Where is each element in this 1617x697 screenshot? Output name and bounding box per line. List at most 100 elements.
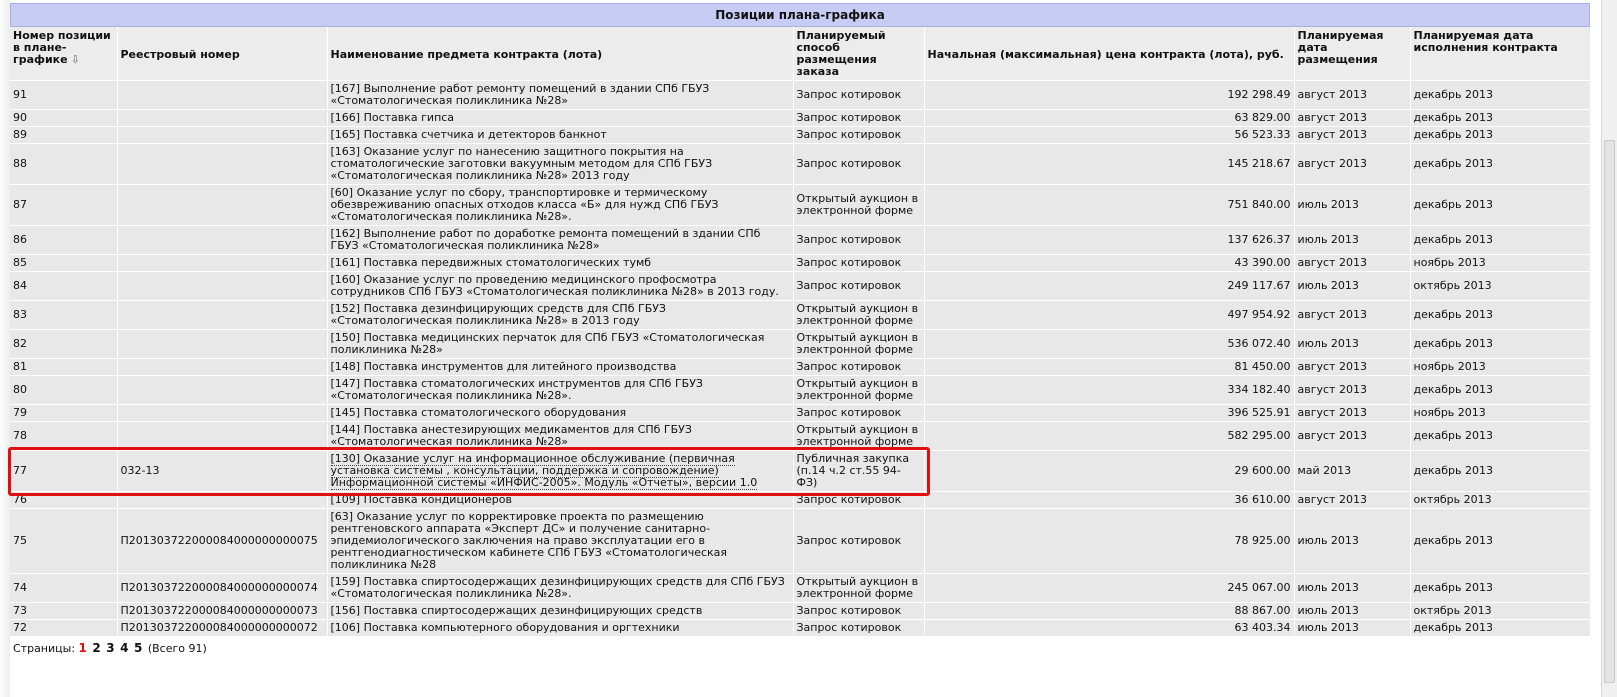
contract-subject-cell: [147] Поставка стоматологических инструм… (327, 375, 794, 405)
contract-subject-link[interactable]: [130] Оказание услуг на информационное о… (330, 452, 758, 490)
execution-date-cell: декабрь 2013 (1410, 573, 1591, 603)
table-row[interactable]: 74 П201303722000084000000000074 [159] Пост… (10, 573, 1591, 603)
contract-subject-cell: [109] Поставка кондиционеров (327, 491, 794, 509)
contract-subject-cell: [167] Выполнение работ ремонту помещений… (327, 80, 794, 110)
execution-date-cell: декабрь 2013 (1410, 126, 1591, 144)
position-cell: 88 (10, 143, 118, 185)
table-row[interactable]: 79 [145] Поставка стоматологического обор… (10, 404, 1591, 422)
placement-method-cell: Запрос котировок (793, 80, 925, 110)
contract-subject-cell: [162] Выполнение работ по доработке ремо… (327, 225, 794, 255)
page-link-5[interactable]: 5 (134, 641, 142, 655)
table-row[interactable]: 90 [166] Поставка гипса Запрос котировок 63… (10, 109, 1591, 127)
placement-date-cell: июль 2013 (1294, 619, 1411, 637)
table-row[interactable]: 78 [144] Поставка анестезирующих медикаме… (10, 421, 1591, 451)
column-header-position[interactable]: Номер позиции в плане-графике ⇩ (10, 27, 118, 81)
contract-subject-cell: [148] Поставка инструментов для литейног… (327, 358, 794, 376)
registry-number-cell (117, 80, 328, 110)
table-row[interactable]: 77 032-13 [130] Оказание услуг на информац… (10, 450, 1591, 492)
placement-date-cell: август 2013 (1294, 109, 1411, 127)
table-row[interactable]: 75 П201303722000084000000000075 [63] Оказа… (10, 508, 1591, 574)
table-row[interactable]: 87 [60] Оказание услуг по сбору, транспор… (10, 184, 1591, 226)
table-row[interactable]: 72 П201303722000084000000000072 [106] Пост… (10, 619, 1591, 637)
registry-number-cell: 032-13 (117, 450, 328, 492)
placement-method-cell: Запрос котировок (793, 271, 925, 301)
table-row[interactable]: 86 [162] Выполнение работ по доработке ре… (10, 225, 1591, 255)
execution-date-cell: декабрь 2013 (1410, 375, 1591, 405)
registry-number-cell (117, 109, 328, 127)
initial-price-cell: 145 218.67 (924, 143, 1295, 185)
page-link-2[interactable]: 2 (92, 641, 100, 655)
registry-number-cell (117, 358, 328, 376)
table-row[interactable]: 89 [165] Поставка счетчика и детекторов б… (10, 126, 1591, 144)
initial-price-cell: 245 067.00 (924, 573, 1295, 603)
position-cell: 75 (10, 508, 118, 574)
execution-date-cell: декабрь 2013 (1410, 421, 1591, 451)
position-cell: 87 (10, 184, 118, 226)
placement-date-cell: июль 2013 (1294, 508, 1411, 574)
placement-method-cell: Запрос котировок (793, 225, 925, 255)
execution-date-cell: октябрь 2013 (1410, 271, 1591, 301)
registry-number-cell (117, 300, 328, 330)
initial-price-cell: 536 072.40 (924, 329, 1295, 359)
table-row[interactable]: 82 [150] Поставка медицинских перчаток дл… (10, 329, 1591, 359)
position-cell: 72 (10, 619, 118, 637)
table-row[interactable]: 91 [167] Выполнение работ ремонту помещен… (10, 80, 1591, 110)
initial-price-cell: 497 954.92 (924, 300, 1295, 330)
column-header-execution-date[interactable]: Планируемая дата исполнения контракта (1410, 27, 1591, 81)
placement-date-cell: июль 2013 (1294, 225, 1411, 255)
initial-price-cell: 137 626.37 (924, 225, 1295, 255)
position-cell: 83 (10, 300, 118, 330)
contract-subject-cell: [166] Поставка гипса (327, 109, 794, 127)
table-row[interactable]: 88 [163] Оказание услуг по нанесению защи… (10, 143, 1591, 185)
placement-method-cell: Запрос котировок (793, 404, 925, 422)
placement-method-cell: Запрос котировок (793, 491, 925, 509)
initial-price-cell: 63 403.34 (924, 619, 1295, 637)
initial-price-cell: 56 523.33 (924, 126, 1295, 144)
placement-method-cell: Открытый аукцион в электронной форме (793, 573, 925, 603)
table-row[interactable]: 81 [148] Поставка инструментов для литейн… (10, 358, 1591, 376)
placement-date-cell: май 2013 (1294, 450, 1411, 492)
page-link-3[interactable]: 3 (106, 641, 114, 655)
table-header-row: Номер позиции в плане-графике ⇩ Реестровы… (10, 27, 1591, 81)
contract-subject-cell: [106] Поставка компьютерного оборудовани… (327, 619, 794, 637)
pagination-total: (Всего 91) (147, 642, 207, 655)
column-header-registry-number[interactable]: Реестровый номер (117, 27, 328, 81)
registry-number-cell (117, 329, 328, 359)
initial-price-cell: 582 295.00 (924, 421, 1295, 451)
execution-date-cell: декабрь 2013 (1410, 508, 1591, 574)
table-row[interactable]: 73 П201303722000084000000000073 [156] Пост… (10, 602, 1591, 620)
position-cell: 86 (10, 225, 118, 255)
page-link-1[interactable]: 1 (79, 641, 87, 655)
table-row[interactable]: 76 [109] Поставка кондиционеров Запрос кот… (10, 491, 1591, 509)
plan-positions-panel: Позиции плана-графика Номер позиции в пл… (10, 3, 1591, 659)
panel-title: Позиции плана-графика (10, 3, 1590, 27)
contract-subject-cell: [144] Поставка анестезирующих медикамент… (327, 421, 794, 451)
registry-number-cell: П201303722000084000000000073 (117, 602, 328, 620)
table-row[interactable]: 83 [152] Поставка дезинфицирующих средств… (10, 300, 1591, 330)
sort-down-arrow-icon[interactable]: ⇩ (71, 53, 80, 66)
registry-number-cell (117, 225, 328, 255)
column-header-placement-method[interactable]: Планируемый способ размещения заказа (793, 27, 925, 81)
vertical-scrollbar[interactable] (1601, 0, 1617, 697)
column-header-placement-date[interactable]: Планируемая дата размещения (1294, 27, 1411, 81)
placement-method-cell: Открытый аукцион в электронной форме (793, 329, 925, 359)
column-header-contract-subject[interactable]: Наименование предмета контракта (лота) (327, 27, 794, 81)
registry-number-cell (117, 404, 328, 422)
contract-subject-cell: [60] Оказание услуг по сбору, транспорти… (327, 184, 794, 226)
placement-date-cell: август 2013 (1294, 491, 1411, 509)
initial-price-cell: 81 450.00 (924, 358, 1295, 376)
registry-number-cell (117, 375, 328, 405)
execution-date-cell: декабрь 2013 (1410, 80, 1591, 110)
table-row[interactable]: 85 [161] Поставка передвижных стоматологи… (10, 254, 1591, 272)
placement-method-cell: Запрос котировок (793, 109, 925, 127)
table-row[interactable]: 84 [160] Оказание услуг по проведению мед… (10, 271, 1591, 301)
contract-subject-cell: [152] Поставка дезинфицирующих средств д… (327, 300, 794, 330)
scrollbar-thumb[interactable] (1604, 140, 1615, 683)
column-header-initial-price[interactable]: Начальная (максимальная) цена контракта … (924, 27, 1295, 81)
contract-subject-cell: [130] Оказание услуг на информационное о… (327, 450, 794, 492)
table-row[interactable]: 80 [147] Поставка стоматологических инстр… (10, 375, 1591, 405)
placement-method-cell: Открытый аукцион в электронной форме (793, 421, 925, 451)
placement-date-cell: август 2013 (1294, 80, 1411, 110)
contract-subject-cell: [159] Поставка спиртосодержащих дезинфиц… (327, 573, 794, 603)
page-link-4[interactable]: 4 (120, 641, 128, 655)
